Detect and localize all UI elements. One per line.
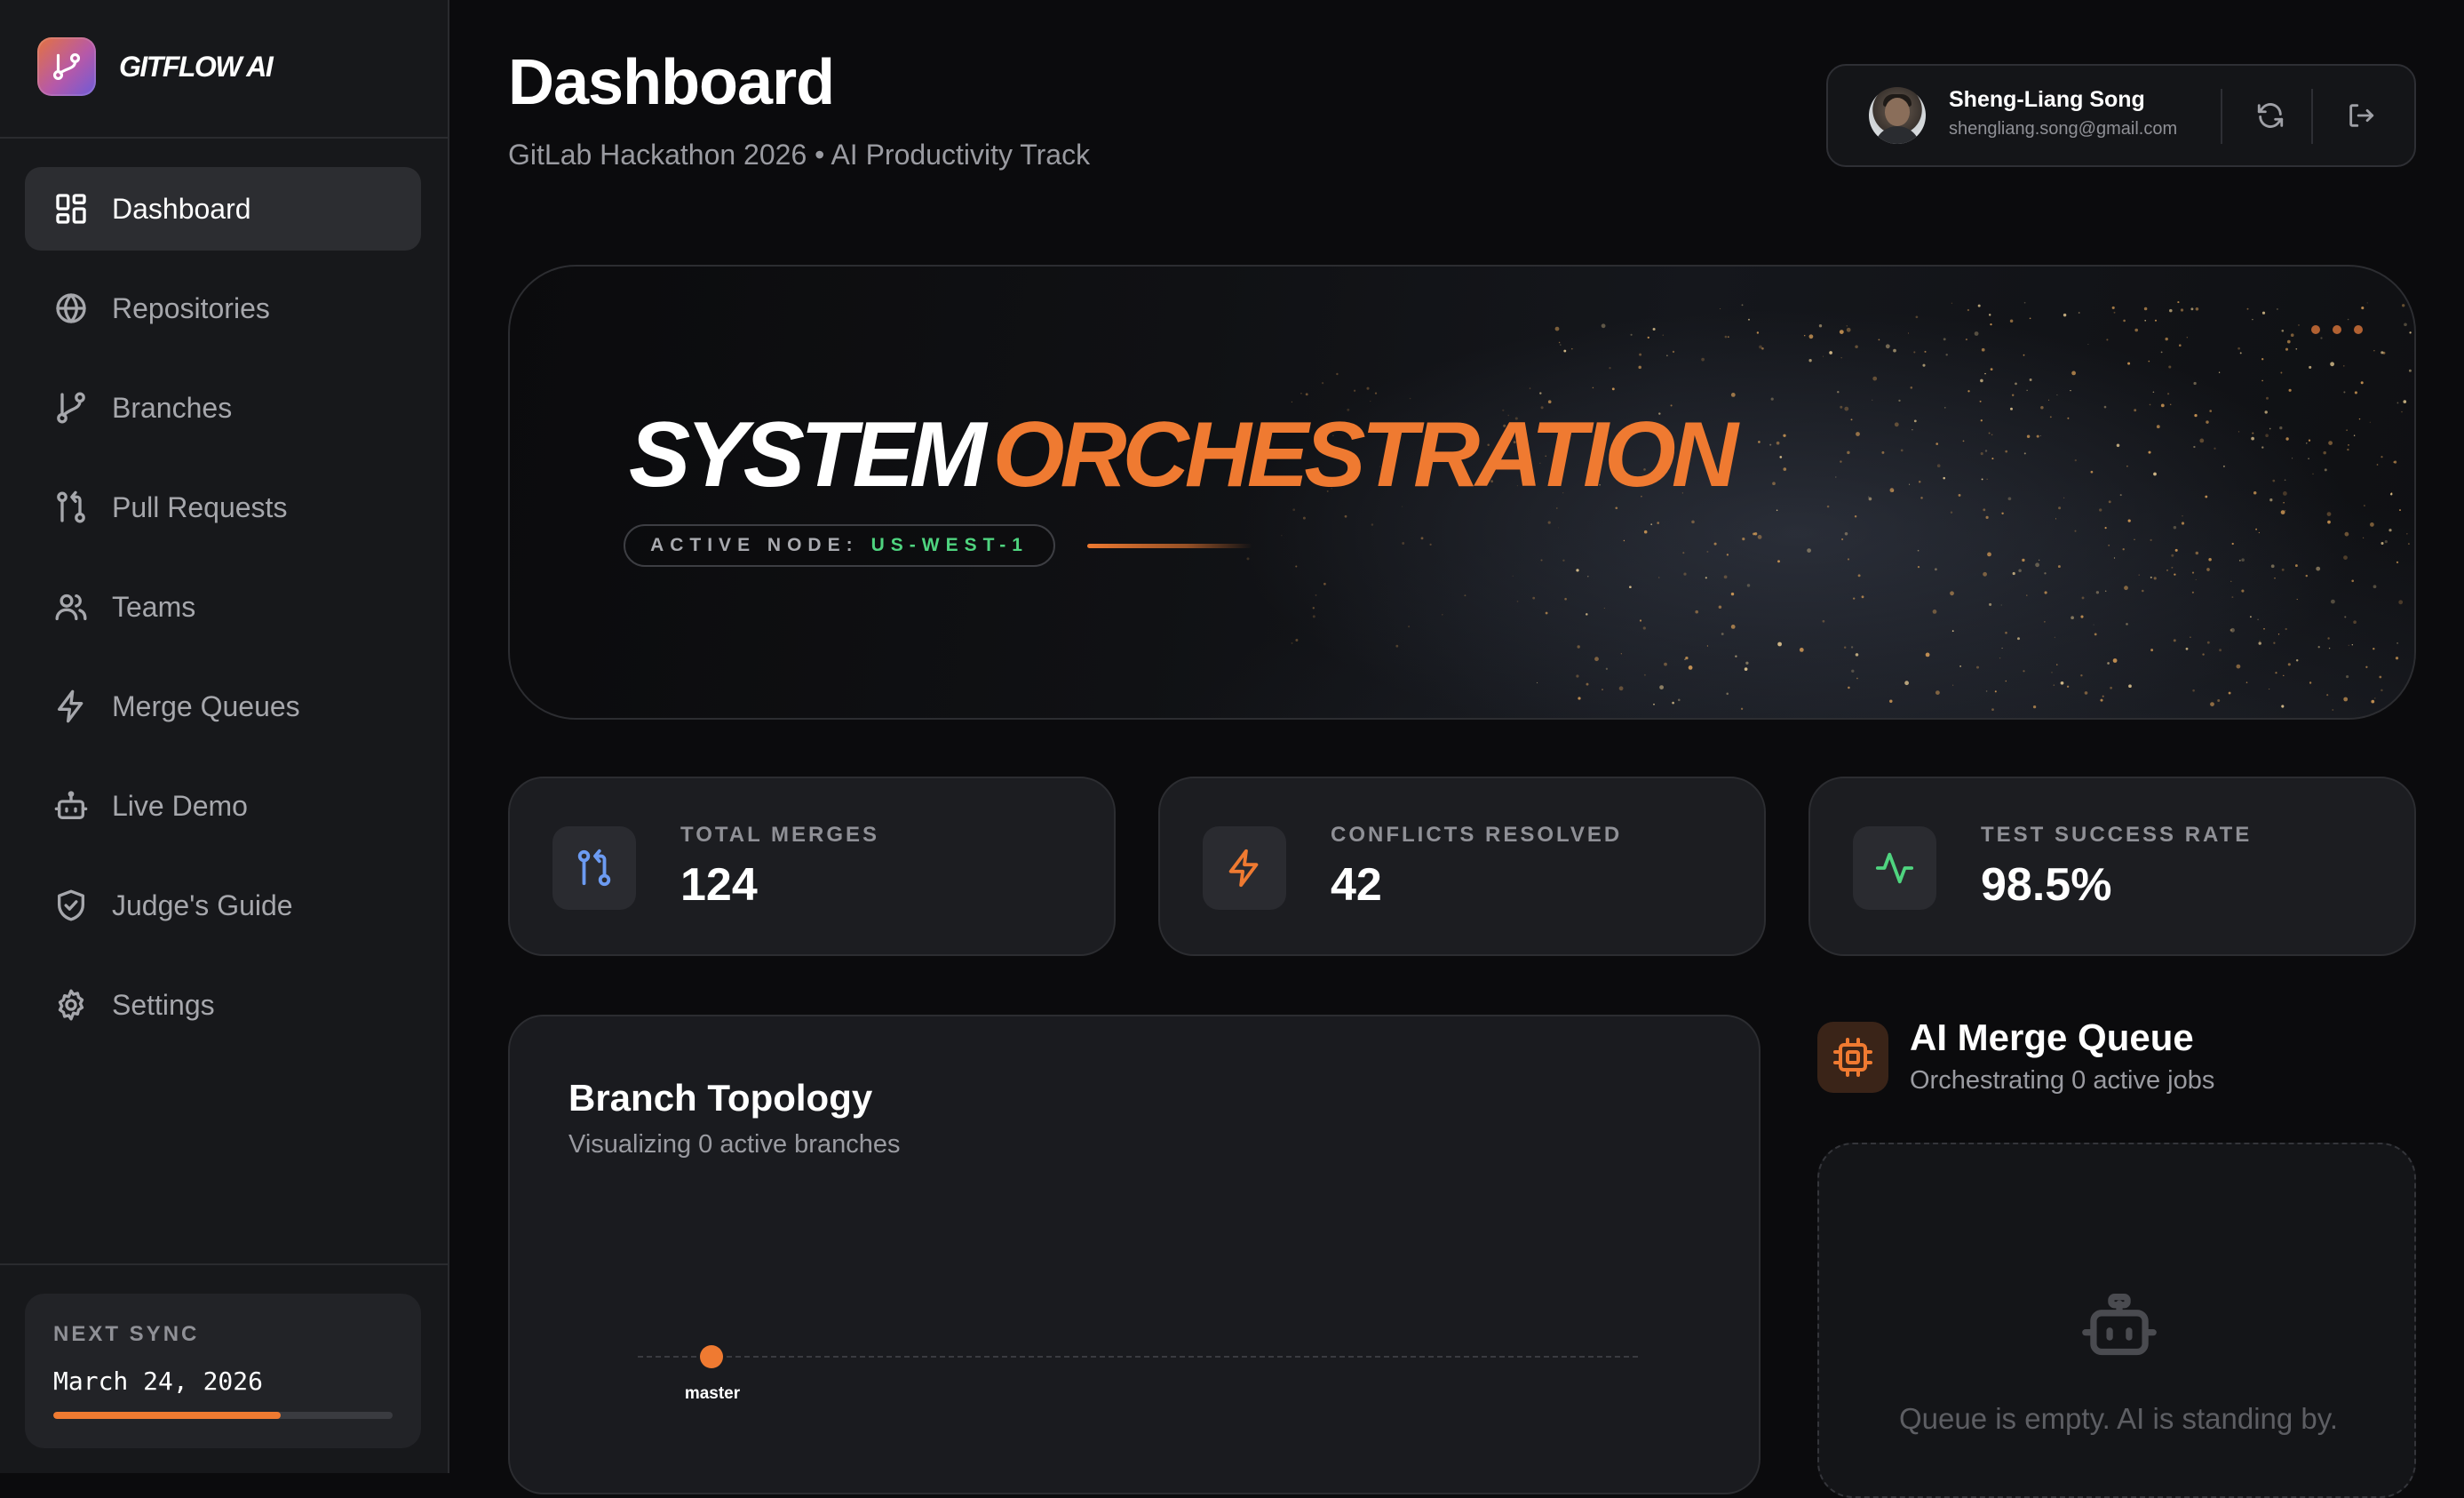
divider	[0, 1263, 448, 1265]
divider	[2311, 89, 2313, 144]
sidebar-nav: Dashboard Repositories Branches Pull Req…	[25, 167, 421, 1063]
sidebar-item-label: Live Demo	[112, 789, 248, 822]
robot-icon	[54, 791, 88, 819]
users-icon	[55, 594, 87, 620]
cpu-chip-icon	[1817, 1022, 1888, 1093]
lightning-icon	[58, 689, 83, 723]
git-pull-request-icon	[57, 490, 85, 523]
panel-title: Branch Topology	[568, 1077, 873, 1119]
sync-progress-fill	[53, 1412, 281, 1419]
stat-card-test-success-rate: TEST SUCCESS RATE 98.5%	[1808, 777, 2416, 956]
sidebar-item-settings[interactable]: Settings	[25, 963, 421, 1047]
active-node-value: US-WEST-1	[870, 535, 1029, 555]
git-branch-icon	[57, 392, 85, 424]
sidebar-item-label: Teams	[112, 590, 196, 623]
sidebar: GITFLOW AI Dashboard Repositories Branch…	[0, 0, 449, 1473]
sidebar-item-label: Repositories	[112, 291, 270, 324]
stat-card-conflicts-resolved: CONFLICTS RESOLVED 42	[1158, 777, 1766, 956]
gear-icon	[58, 989, 84, 1021]
sidebar-item-label: Branches	[112, 391, 233, 424]
sidebar-item-label: Merge Queues	[112, 689, 300, 722]
logout-icon	[2349, 104, 2374, 127]
sidebar-item-label: Dashboard	[112, 192, 251, 225]
git-pull-request-icon	[552, 826, 636, 910]
sidebar-item-live-demo[interactable]: Live Demo	[25, 764, 421, 848]
divider	[2221, 89, 2222, 144]
sidebar-item-label: Settings	[112, 988, 215, 1021]
sidebar-item-branches[interactable]: Branches	[25, 366, 421, 450]
lightning-icon	[1203, 826, 1286, 910]
sidebar-item-dashboard[interactable]: Dashboard	[25, 167, 421, 251]
refresh-icon	[2257, 103, 2284, 128]
next-sync-card: NEXT SYNC March 24, 2026	[25, 1294, 421, 1448]
stat-label: TOTAL MERGES	[680, 823, 880, 847]
stat-card-total-merges: TOTAL MERGES 124	[508, 777, 1116, 956]
active-node-badge: ACTIVE NODE: US-WEST-1	[624, 524, 1055, 567]
next-sync-label: NEXT SYNC	[53, 1322, 200, 1346]
branch-node-master[interactable]	[700, 1345, 723, 1368]
dashboard-grid-icon	[56, 194, 86, 224]
hero-title-orchestration: ORCHESTRATION	[992, 403, 1738, 506]
brand[interactable]: GITFLOW AI	[37, 36, 274, 98]
sidebar-item-label: Pull Requests	[112, 490, 288, 523]
stat-value: 98.5%	[1981, 859, 2112, 911]
accent-line	[1087, 544, 1252, 548]
sidebar-item-teams[interactable]: Teams	[25, 565, 421, 649]
hero-menu-dots[interactable]	[2311, 325, 2363, 334]
shield-check-icon	[58, 889, 85, 921]
hero-banner: SYSTEM ORCHESTRATION ACTIVE NODE: US-WEST…	[508, 265, 2416, 720]
sidebar-item-merge-queues[interactable]: Merge Queues	[25, 665, 421, 748]
queue-title: AI Merge Queue	[1910, 1016, 2194, 1058]
sync-progress-bar	[53, 1412, 393, 1419]
panel-subtitle: Visualizing 0 active branches	[568, 1130, 901, 1159]
branch-label: master	[684, 1384, 741, 1403]
logout-button[interactable]	[2341, 96, 2381, 135]
sidebar-item-pull-requests[interactable]: Pull Requests	[25, 466, 421, 549]
avatar[interactable]	[1869, 87, 1926, 144]
next-sync-date: March 24, 2026	[53, 1367, 264, 1396]
hero-title-system: SYSTEM	[629, 403, 987, 506]
branch-topology-panel: Branch Topology Visualizing 0 active bra…	[508, 1015, 1761, 1494]
user-name: Sheng-Liang Song	[1949, 87, 2145, 112]
queue-subtitle: Orchestrating 0 active jobs	[1910, 1066, 2215, 1095]
stat-label: TEST SUCCESS RATE	[1981, 823, 2253, 847]
user-card: Sheng-Liang Song shengliang.song@gmail.c…	[1826, 64, 2416, 167]
stat-label: CONFLICTS RESOLVED	[1331, 823, 1623, 847]
page-title: Dashboard	[508, 47, 835, 118]
hero-title: SYSTEM ORCHESTRATION	[629, 409, 1738, 501]
sidebar-item-repositories[interactable]: Repositories	[25, 267, 421, 350]
globe-icon	[56, 293, 86, 323]
sidebar-item-label: Judge's Guide	[112, 888, 293, 921]
activity-pulse-icon	[1853, 826, 1936, 910]
git-branch-icon	[37, 37, 96, 96]
branch-line	[638, 1356, 1638, 1358]
active-node-label: ACTIVE NODE:	[650, 535, 859, 555]
stat-value: 42	[1331, 859, 1382, 911]
robot-icon	[2080, 1294, 2158, 1365]
stat-value: 124	[680, 859, 758, 911]
queue-empty-state: Queue is empty. AI is standing by.	[1817, 1143, 2416, 1498]
brand-name: GITFLOW AI	[119, 50, 274, 83]
page-subtitle: GitLab Hackathon 2026 • AI Productivity …	[508, 139, 1091, 171]
queue-empty-text: Queue is empty. AI is standing by.	[1898, 1402, 2339, 1435]
divider	[0, 137, 448, 139]
sidebar-item-judges-guide[interactable]: Judge's Guide	[25, 864, 421, 947]
user-email: shengliang.song@gmail.com	[1949, 119, 2178, 139]
refresh-button[interactable]	[2251, 96, 2290, 135]
